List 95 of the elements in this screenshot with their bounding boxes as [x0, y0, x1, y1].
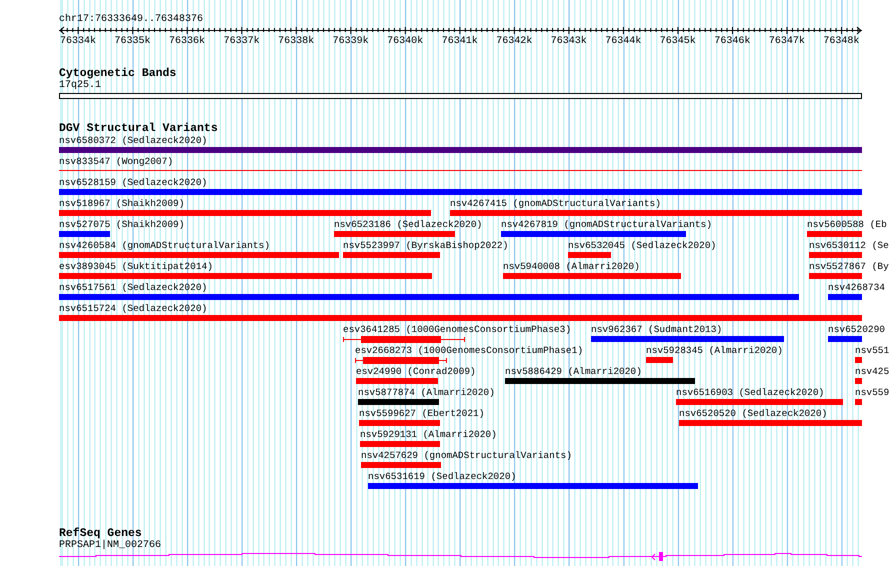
variant-bar[interactable] [828, 336, 862, 342]
variant-bar[interactable] [59, 273, 432, 279]
variant-label: nsv6520290 [828, 324, 886, 336]
ruler-tick-label: 76341k [442, 36, 478, 48]
variant-bar[interactable] [59, 231, 110, 237]
variant-label: nsv6532045 (Sedlazeck2020) [568, 240, 716, 252]
variant-label: nsv527075 (Shaikh2009) [59, 219, 184, 231]
variant-label: nsv6531619 (Sedlazeck2020) [368, 471, 516, 483]
track-title: DGV Structural Variants [59, 122, 218, 135]
variant-label: esv24990 (Conrad2009) [356, 366, 476, 378]
variant-bar[interactable] [855, 357, 862, 363]
variant-bar[interactable] [450, 210, 862, 216]
track-title: Cytogenetic Bands [59, 67, 176, 80]
variant-bar[interactable] [676, 399, 843, 405]
variant-label: nsv6515724 (Sedlazeck2020) [59, 303, 208, 315]
variant-bar[interactable] [855, 378, 862, 384]
variant-label: nsv5928345 (Almarri2020) [646, 345, 783, 357]
band-label: 17q25.1 [59, 80, 102, 92]
variant-line[interactable] [59, 170, 862, 171]
ruler-tick-label: 76347k [768, 36, 805, 48]
variant-label: nsv4260584 (gnomADStructuralVariants) [59, 240, 270, 252]
ruler-tick-label: 76344k [605, 36, 642, 48]
variant-bar[interactable] [807, 231, 862, 237]
variant-bar[interactable] [59, 315, 862, 321]
variant-whisker-drawing[interactable] [355, 357, 447, 364]
ruler-tick-label: 76336k [169, 36, 206, 48]
variant-bar[interactable] [358, 399, 439, 405]
ruler-tick-label: 76342k [496, 36, 532, 48]
variant-label: nsv5599627 (Ebert2021) [359, 408, 484, 420]
gene-model-drawing[interactable] [59, 552, 862, 561]
variant-bar[interactable] [646, 357, 673, 363]
variant-label: esv3641285 (1000GenomesConsortiumPhase3) [343, 324, 572, 336]
variant-label: nsv4257629 (gnomADStructuralVariants) [361, 450, 572, 462]
variant-bar[interactable] [59, 294, 799, 300]
variant-label: esv2668273 (1000GenomesConsortiumPhase1) [355, 345, 584, 357]
variant-label: esv3893045 (Suktitipat2014) [59, 261, 213, 273]
variant-whisker-drawing[interactable] [343, 336, 465, 343]
location-label: chr17:76333649..76348376 [59, 14, 204, 26]
variant-bar[interactable] [361, 462, 441, 468]
variant-label: nsv962367 (Sudmant2013) [591, 324, 722, 336]
variant-label: nsv4267415 (gnomADStructuralVariants) [450, 198, 661, 210]
variant-bar[interactable] [828, 294, 862, 300]
variant-label: nsv559 [855, 387, 890, 399]
variant-label: nsv6516903 (Sedlazeck2020) [676, 387, 824, 399]
variant-bar[interactable] [568, 252, 611, 258]
variant-bar[interactable] [591, 336, 784, 342]
variant-bar[interactable] [503, 273, 681, 279]
ruler-tick-label: 76346k [714, 36, 750, 48]
track-title: RefSeq Genes [59, 527, 142, 540]
variant-bar[interactable] [505, 378, 695, 384]
variant-bar[interactable] [59, 210, 431, 216]
variant-label: nsv5527867 (By [809, 261, 889, 273]
variant-bar[interactable] [359, 420, 440, 426]
ruler-tick-label: 76345k [660, 36, 696, 48]
ruler-tick-label: 76339k [332, 36, 369, 48]
variant-label: nsv5929131 (Almarri2020) [360, 429, 497, 441]
variant-label: nsv6523186 (Sedlazeck2020) [334, 219, 482, 231]
variant-bar[interactable] [855, 399, 862, 405]
variant-bar[interactable] [356, 378, 438, 384]
variant-label: nsv5877874 (Almarri2020) [358, 387, 495, 399]
variant-bar[interactable] [809, 273, 862, 279]
variant-label: nsv5600588 (Eb [807, 219, 887, 231]
variant-label: nsv425 [855, 366, 890, 378]
variant-label: nsv4267819 (gnomADStructuralVariants) [501, 219, 712, 231]
variant-bar[interactable] [809, 252, 862, 258]
variant-bar[interactable] [59, 189, 862, 195]
variant-bar[interactable] [501, 231, 686, 237]
variant-bar[interactable] [368, 483, 698, 489]
variant-bar[interactable] [343, 252, 440, 258]
variant-bar[interactable] [59, 252, 339, 258]
variant-label: nsv5523997 (ByrskaBishop2022) [343, 240, 508, 252]
variant-label: nsv6517561 (Sedlazeck2020) [59, 282, 208, 294]
variant-label: nsv6580372 (Sedlazeck2020) [59, 135, 208, 147]
variant-label: nsv5940008 (Almarri2020) [503, 261, 640, 273]
variant-label: nsv6530112 (Se [809, 240, 889, 252]
cytoband[interactable] [59, 93, 862, 99]
variant-bar[interactable] [679, 420, 862, 426]
ruler-tick-label: 76337k [224, 36, 260, 48]
gene-label: PRPSAP1|NM_002766 [59, 540, 162, 552]
variant-bar[interactable] [334, 231, 455, 237]
variant-bar[interactable] [360, 441, 440, 447]
ruler-tick-label: 76343k [550, 36, 587, 48]
variant-label: nsv6520520 (Sedlazeck2020) [679, 408, 828, 420]
variant-label: nsv6528159 (Sedlazeck2020) [59, 177, 208, 189]
variant-bar[interactable] [59, 147, 862, 153]
ruler-tick-label: 76348k [823, 36, 860, 48]
variant-label: nsv4268734 [828, 282, 886, 294]
variant-label: nsv833547 (Wong2007) [59, 156, 174, 168]
ruler-tick-label: 76335k [114, 36, 151, 48]
variant-label: nsv518967 (Shaikh2009) [59, 198, 184, 210]
ruler-tick-label: 76340k [387, 36, 424, 48]
variant-label: nsv5886429 (Almarri2020) [505, 366, 642, 378]
ruler-tick-label: 76334k [60, 36, 96, 48]
ruler-tick-label: 76338k [278, 36, 314, 48]
variant-label: nsv551 [855, 345, 890, 357]
